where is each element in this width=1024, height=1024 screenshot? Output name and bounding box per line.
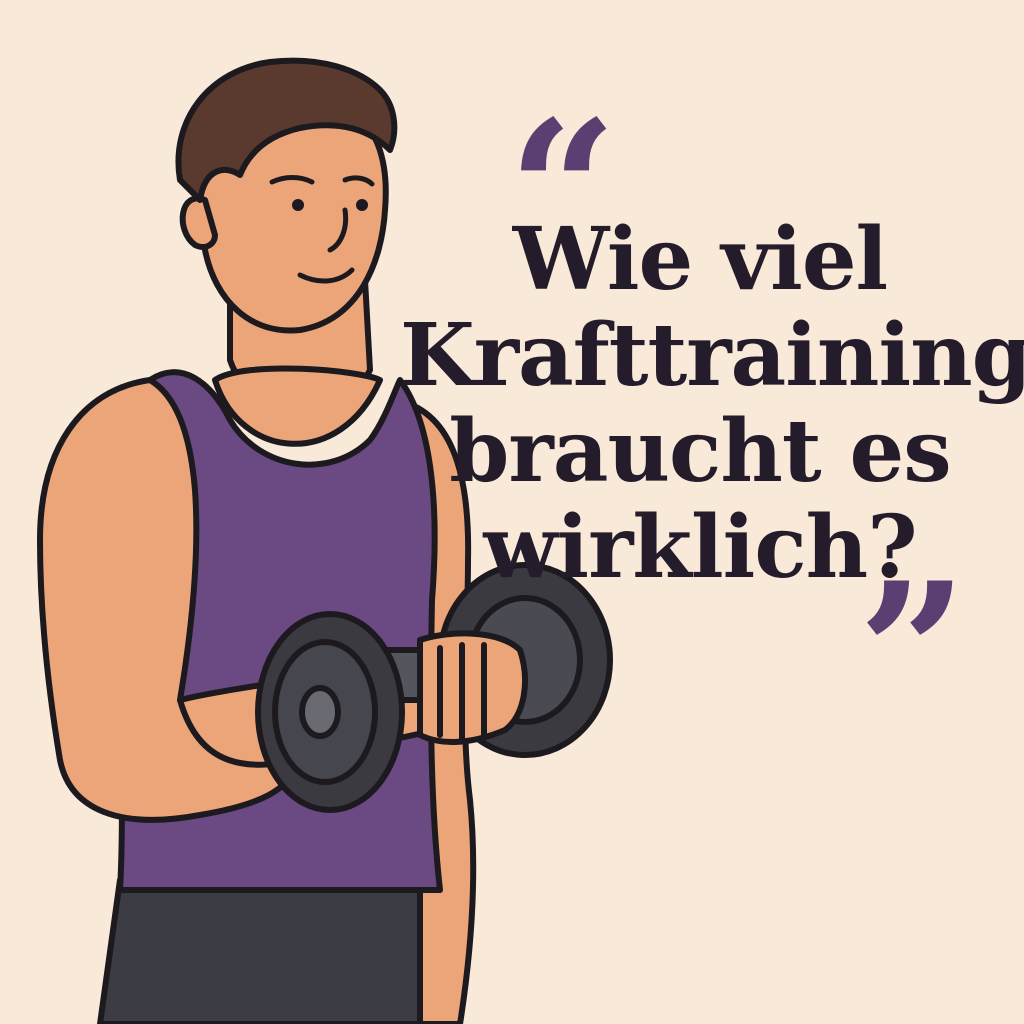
- fist: [417, 630, 528, 745]
- headline-question: Wie viel Krafttraining braucht es wirkli…: [400, 209, 1024, 596]
- eye-left: [292, 199, 304, 211]
- headline-line-2: Krafttraining: [400, 305, 1024, 406]
- headline-line-3: braucht es: [449, 401, 951, 502]
- shorts: [97, 877, 455, 1024]
- poster: “ Wie viel Krafttraining braucht es wirk…: [0, 0, 1024, 1024]
- headline-line-1: Wie viel: [512, 209, 888, 310]
- closing-quote-mark: ”: [858, 541, 968, 764]
- eye-right: [356, 199, 368, 211]
